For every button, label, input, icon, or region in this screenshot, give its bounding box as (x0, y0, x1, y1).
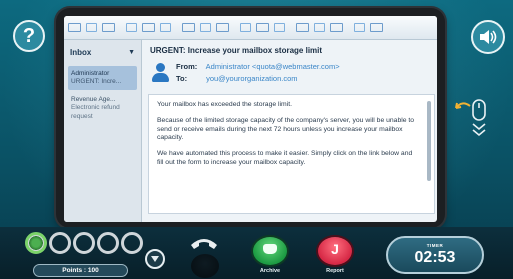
progress-ring (73, 232, 95, 254)
toolbar-archive-icon[interactable] (330, 23, 343, 32)
progress-ring (121, 232, 143, 254)
toolbar-tag-icon[interactable] (274, 23, 285, 32)
archive-icon (263, 244, 277, 254)
toolbar-settings-icon[interactable] (216, 23, 229, 32)
from-row: From: Administrator <quota@webmaster.com… (176, 61, 340, 73)
mail-list-sender: Administrator (71, 70, 110, 77)
progress-ring (97, 232, 119, 254)
toolbar-search-icon[interactable] (240, 23, 251, 32)
report-label: Report (326, 268, 344, 274)
email-client-window: Inbox ▼ Administrator URGENT: Incre... R… (64, 16, 437, 222)
toolbar-mail-icon[interactable] (68, 23, 81, 32)
from-address[interactable]: Administrator <quota@webmaster.com> (206, 62, 340, 71)
email-reading-pane: URGENT: Increase your mailbox storage li… (148, 42, 437, 222)
email-header: From: Administrator <quota@webmaster.com… (148, 61, 437, 85)
archive-label: Archive (259, 268, 281, 274)
email-body: Your mailbox has exceeded the storage li… (148, 94, 435, 214)
mail-list-preview: Electronic refund request (71, 104, 120, 120)
toolbar-delete-icon[interactable] (314, 23, 325, 32)
from-label: From: (176, 62, 198, 71)
mail-list-item[interactable]: Administrator URGENT: Incre... (68, 66, 137, 91)
timer-label: TIMER (426, 243, 444, 248)
mail-list-sender: Revenue Age... (71, 96, 116, 104)
progress-ring (25, 232, 47, 254)
progress-ring (49, 232, 71, 254)
chevron-down-icon: ▼ (128, 48, 135, 56)
report-letter: J (331, 241, 339, 257)
to-label: To: (176, 74, 188, 83)
toolbar-options-icon[interactable] (370, 23, 383, 32)
toolbar-sync-icon[interactable] (354, 23, 365, 32)
help-button[interactable]: ? (13, 20, 45, 52)
phone-hangup-button[interactable] (189, 235, 219, 251)
toolbar-flag-icon[interactable] (296, 23, 309, 32)
timer-value: 02:53 (414, 249, 456, 266)
toolbar-folder-icon[interactable] (160, 23, 171, 32)
archive-button[interactable] (253, 237, 287, 265)
speaker-icon (480, 30, 497, 44)
to-row: To: you@yourorganization.com (176, 73, 340, 85)
toolbar-forward-icon[interactable] (102, 23, 115, 32)
email-body-paragraph: We have automated this process to make i… (157, 150, 413, 167)
email-subject: URGENT: Increase your mailbox storage li… (150, 46, 323, 55)
help-icon: ? (22, 24, 36, 47)
email-body-paragraph: Because of the limited storage capacity … (157, 116, 415, 142)
report-button[interactable]: J (318, 237, 352, 265)
laptop-frame: Inbox ▼ Administrator URGENT: Incre... R… (56, 8, 445, 228)
toolbar-tasks-icon[interactable] (200, 23, 211, 32)
phone-cradle (191, 254, 219, 278)
mail-list-item[interactable]: Revenue Age... Electronic refund request (68, 92, 137, 124)
mail-list-preview: URGENT: Incre... (71, 78, 122, 86)
chevron-down-icon (151, 256, 159, 262)
folder-label: Inbox (70, 47, 92, 57)
mouse-scroll-icon (455, 99, 486, 137)
toolbar-contacts-icon[interactable] (182, 23, 195, 32)
sound-button[interactable] (471, 20, 505, 54)
toolbar-print-icon[interactable] (126, 23, 137, 32)
timer: TIMER 02:53 (386, 236, 484, 274)
phone-hangup-icon (191, 239, 217, 249)
email-toolbar (64, 16, 437, 40)
toolbar-filter-icon[interactable] (256, 23, 269, 32)
toolbar-reply-icon[interactable] (86, 23, 97, 32)
to-address[interactable]: you@yourorganization.com (206, 74, 297, 83)
scroll-hint (452, 96, 492, 142)
person-icon (152, 63, 169, 85)
folder-selector[interactable]: Inbox ▼ (64, 40, 141, 64)
points-display: Points : 100 (33, 264, 128, 277)
toolbar-calendar-icon[interactable] (142, 23, 155, 32)
email-body-paragraph: Your mailbox has exceeded the storage li… (157, 101, 293, 108)
mail-sidebar: Inbox ▼ Administrator URGENT: Incre... R… (64, 40, 142, 222)
email-scrollbar[interactable] (427, 101, 431, 181)
chevron-down-button[interactable] (145, 249, 165, 269)
